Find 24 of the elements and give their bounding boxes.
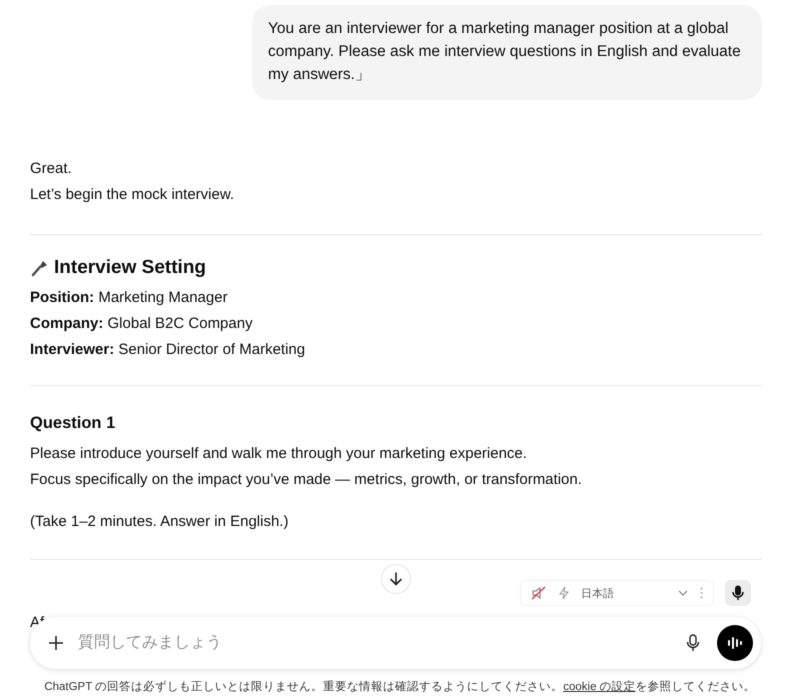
scroll-down-button[interactable] xyxy=(381,564,411,594)
setting-line: Company: Global B2C Company xyxy=(30,314,254,334)
section-heading: Interview Setting xyxy=(54,257,206,279)
disclaimer-text: ChatGPT の回答は必ずしも正しいとは限りません。重要な情報は確認するようにしてください。cookie の設定を参照してください。 xyxy=(43,680,757,694)
arrow-down-icon xyxy=(388,571,404,587)
cookie-settings-link[interactable]: cookie の設定 xyxy=(563,681,636,693)
voice-mode-button[interactable] xyxy=(717,625,753,661)
language-select[interactable]: 日本語 xyxy=(581,586,666,600)
reply-text: Great. xyxy=(30,159,73,179)
reply-text: Let’s begin the mock interview. xyxy=(30,185,236,205)
message-input[interactable]: 質問してみましょう xyxy=(76,633,669,653)
question-text: Focus specifically on the impact you’ve made — metrics, growth, or transformation. xyxy=(30,470,583,490)
user-message: You are an interviewer for a marketing manager position at a global company. Please ask me interview questions in English and evaluate my answers.」 xyxy=(252,5,762,100)
setting-line: Interviewer: Senior Director of Marketing xyxy=(30,340,306,360)
question-text: Please introduce yourself and walk me through your marketing experience. xyxy=(30,444,528,464)
question-heading: Question 1 xyxy=(30,414,116,433)
lightning-icon[interactable] xyxy=(559,586,569,600)
setting-line: Position: Marketing Manager xyxy=(30,288,229,308)
question-note: (Take 1–2 minutes. Answer in English.) xyxy=(30,512,290,532)
microphone-button[interactable] xyxy=(725,580,751,606)
speaker-muted-icon[interactable] xyxy=(531,586,547,600)
waveform-icon xyxy=(727,636,743,650)
chevron-down-icon[interactable] xyxy=(678,590,688,596)
plus-icon[interactable] xyxy=(48,635,64,651)
